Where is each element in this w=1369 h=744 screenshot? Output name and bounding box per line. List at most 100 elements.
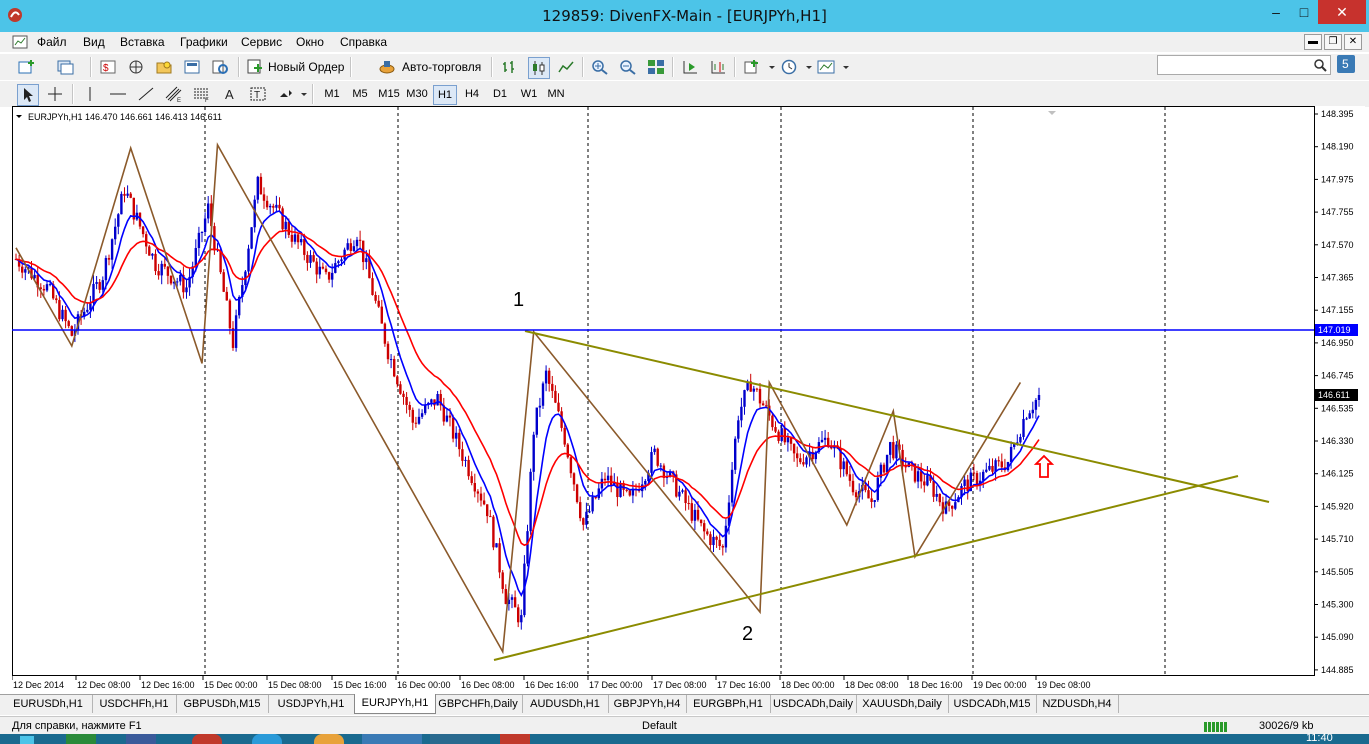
start-icon[interactable] [20,736,34,744]
bar-chart-icon[interactable] [500,57,520,77]
menu-window[interactable]: Окно [296,35,324,49]
tab-gbpchfh-daily[interactable]: GBPCHFh,Daily [434,695,523,713]
terminal-icon[interactable] [182,57,202,77]
taskbar-app-2[interactable] [126,734,156,744]
taskbar-browser-icon[interactable] [192,734,222,744]
equidistant-channel-icon[interactable]: E [164,84,184,104]
tab-usdcadh-m15[interactable]: USDCADh,M15 [948,695,1037,713]
taskbar-skype-icon[interactable] [252,734,282,744]
tile-windows-icon[interactable] [646,57,666,77]
candle-body [625,489,628,491]
market-watch-icon[interactable]: $ [98,57,118,77]
menu-file[interactable]: Файл [37,35,67,49]
tab-usdjpyh-h1[interactable]: USDJPYh,H1 [268,695,355,713]
new-order-button[interactable]: Новый Ордер [246,57,346,77]
chart-shift-icon[interactable] [708,57,728,77]
candle-body [327,272,331,280]
auto-trading-button[interactable]: Авто-торговля [378,57,484,77]
candle-body [985,469,988,472]
candle-body [889,442,892,455]
auto-scroll-icon[interactable] [680,57,700,77]
tab-audusdh-h1[interactable]: AUDUSDh,H1 [522,695,609,713]
arrows-icon[interactable] [276,84,296,104]
timeframe-w1[interactable]: W1 [517,85,541,103]
crosshair-icon[interactable] [45,84,65,104]
candlestick-chart-icon[interactable] [528,57,550,79]
line-chart-icon[interactable] [556,57,576,77]
search-icon[interactable] [1313,58,1327,72]
menu-insert[interactable]: Вставка [120,35,165,49]
strategy-tester-icon[interactable] [210,57,230,77]
timeframe-h4[interactable]: H4 [461,85,483,103]
price-chart[interactable]: 1 2 EURJPYh,H1 146.470 146.661 146.413 1… [11,106,1365,694]
candle-body [259,176,263,195]
candle-body [306,254,309,263]
trendline-icon[interactable] [136,84,156,104]
candle-body [61,309,64,320]
candle-body [110,239,114,260]
profiles-icon[interactable] [55,57,75,77]
cursor-icon[interactable] [17,84,39,106]
menu-charts[interactable]: Графики [180,35,228,49]
taskbar-app-5[interactable] [314,734,344,744]
candle-body [349,243,352,251]
taskbar-settings-icon[interactable] [500,734,530,744]
community-button[interactable]: 5 [1337,55,1355,73]
tab-eurgbph-h1[interactable]: EURGBPh,H1 [686,695,771,713]
candle-body [600,478,604,489]
tab-usdcadh-daily[interactable]: USDCADh,Daily [770,695,857,713]
taskbar-metatrader-button[interactable] [362,734,422,744]
indicators-icon[interactable] [742,57,762,77]
vertical-line-icon[interactable] [80,84,100,104]
timeframe-m1[interactable]: M1 [320,85,344,103]
menu-view[interactable]: Вид [83,35,105,49]
zoom-out-icon[interactable] [618,57,638,77]
taskbar-app-7[interactable] [430,734,480,744]
tab-usdchfh-h1[interactable]: USDCHFh,H1 [92,695,177,713]
timeframe-m30[interactable]: M30 [404,85,430,103]
candle-body [176,281,179,283]
chart-canvas[interactable]: 1 2 EURJPYh,H1 146.470 146.661 146.413 1… [11,106,1365,694]
svg-text:$: $ [103,63,109,74]
taskbar-app-1[interactable] [66,734,96,744]
close-button[interactable]: ✕ [1318,0,1366,24]
candle-body [579,502,582,519]
candle-body [774,427,777,432]
child-close-button[interactable]: ✕ [1344,34,1362,50]
tab-eurusdh-h1[interactable]: EURUSDh,H1 [4,695,93,713]
text-tool-icon[interactable]: A [220,84,240,104]
minimize-button[interactable]: – [1262,0,1290,24]
tab-nzdusdh-h4[interactable]: NZDUSDh,H4 [1036,695,1119,713]
timeframe-h1[interactable]: H1 [433,85,457,105]
tab-eurjpyh-h1[interactable]: EURJPYh,H1 [354,694,436,714]
chart-window-icon[interactable] [12,35,28,49]
zoom-in-icon[interactable] [590,57,610,77]
timeframe-m5[interactable]: M5 [348,85,372,103]
candle-body [517,607,520,623]
child-restore-button[interactable]: ❐ [1324,34,1342,50]
fibonacci-icon[interactable]: F [192,84,212,104]
child-minimize-button[interactable]: ▬ [1304,34,1322,50]
timeframe-m15[interactable]: M15 [376,85,402,103]
candle-body [709,534,712,546]
navigator-icon[interactable] [154,57,174,77]
timeframe-d1[interactable]: D1 [489,85,511,103]
menu-tools[interactable]: Сервис [241,35,282,49]
periods-clock-icon[interactable] [779,57,799,77]
templates-dropdown-icon[interactable] [836,57,856,77]
horizontal-line-icon[interactable] [108,84,128,104]
tab-xauusdh-daily[interactable]: XAUUSDh,Daily [856,695,949,713]
tab-gbpjpyh-h4[interactable]: GBPJPYh,H4 [608,695,687,713]
price-tick-label: 146.535 [1321,403,1354,413]
search-input[interactable] [1157,55,1331,75]
timeframe-mn[interactable]: MN [544,85,568,103]
new-chart-icon[interactable] [17,57,37,77]
candle-body [610,475,613,486]
arrows-dropdown-icon[interactable] [294,84,314,104]
menu-help[interactable]: Справка [340,35,387,49]
data-window-icon[interactable] [126,57,146,77]
text-label-icon[interactable]: T [248,84,268,104]
templates-icon[interactable] [816,57,836,77]
tab-gbpusdh-m15[interactable]: GBPUSDh,M15 [176,695,269,713]
maximize-button[interactable]: □ [1290,0,1318,24]
